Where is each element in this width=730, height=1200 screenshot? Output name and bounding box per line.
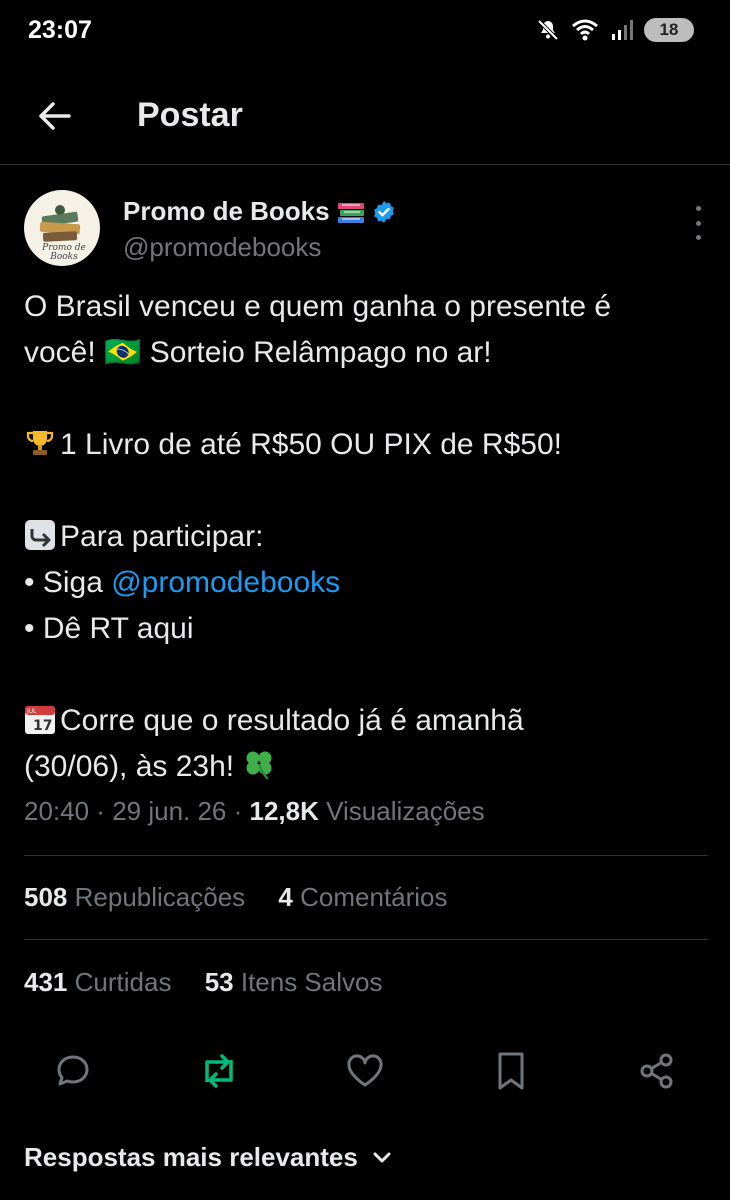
clover-emoji-icon xyxy=(246,751,272,780)
more-button[interactable] xyxy=(688,206,708,240)
top-bar: Postar xyxy=(0,72,730,165)
battery-level: 18 xyxy=(659,20,679,39)
tweet-date: 29 jun. 26 xyxy=(112,796,227,826)
tweet-time: 20:40 xyxy=(24,796,90,826)
step-line: • Dê RT aqui xyxy=(24,612,194,645)
chevron-down-icon xyxy=(373,1152,391,1162)
stats-row-1: 508 Republicações 4 Comentários xyxy=(24,882,474,913)
verified-badge-icon xyxy=(373,200,394,223)
replies-sort-label: Respostas mais relevantes xyxy=(24,1142,358,1172)
likes-stat[interactable]: 431 Curtidas xyxy=(24,967,171,997)
result-line: JUL 17 Corre que o resultado já é amanhã xyxy=(24,698,714,744)
wifi-icon xyxy=(572,19,598,41)
bookmark-button[interactable] xyxy=(486,1046,536,1096)
tweet-line: O Brasil venceu e quem ganha o presente … xyxy=(24,290,612,323)
reply-button[interactable] xyxy=(48,1046,98,1096)
author-name-row[interactable]: Promo de Books xyxy=(123,196,396,227)
status-time: 23:07 xyxy=(28,16,92,44)
calendar-month: JUL xyxy=(26,708,37,715)
divider xyxy=(24,855,708,856)
battery-icon: 18 xyxy=(644,18,694,42)
calendar-emoji-icon: JUL 17 xyxy=(25,706,55,734)
more-icon xyxy=(695,206,701,211)
participate-line: Para participar: xyxy=(24,514,714,560)
replies-sort-dropdown[interactable]: Respostas mais relevantes xyxy=(24,1142,392,1173)
result-text-1: Corre que o resultado já é amanhã xyxy=(60,704,524,737)
reposts-stat[interactable]: 508 Republicações xyxy=(24,882,245,912)
comments-count: 4 xyxy=(278,882,293,912)
views-count: 12,8K xyxy=(249,796,319,826)
saved-stat[interactable]: 53 Itens Salvos xyxy=(205,967,383,997)
status-bar: 23:07 18 xyxy=(0,0,730,64)
stats-row-2: 431 Curtidas 53 Itens Salvos xyxy=(24,967,408,998)
trophy-emoji-icon xyxy=(26,431,54,455)
like-button[interactable] xyxy=(340,1046,390,1096)
tweet-text: O Brasil venceu e quem ganha o presente … xyxy=(24,284,714,790)
step-line: • Siga @promodebooks xyxy=(24,560,714,606)
back-arrow-icon xyxy=(39,102,71,130)
avatar-text: Promo de Books xyxy=(42,243,86,262)
reposts-count: 508 xyxy=(24,882,68,912)
comments-stat[interactable]: 4 Comentários xyxy=(278,882,447,912)
bookmark-icon xyxy=(498,1052,524,1090)
result-line-2: (30/06), às 23h! xyxy=(24,744,714,790)
mention-link[interactable]: @promodebooks xyxy=(111,566,340,599)
mute-icon xyxy=(537,19,559,41)
result-text-2: (30/06), às 23h! xyxy=(24,750,235,783)
signal-icon xyxy=(612,20,633,40)
repost-icon xyxy=(205,1054,233,1088)
saved-label: Itens Salvos xyxy=(240,967,383,997)
reposts-label: Republicações xyxy=(74,882,246,912)
action-bar xyxy=(0,1046,730,1096)
prize-text: 1 Livro de até R$50 OU PIX de R$50! xyxy=(60,428,562,461)
comments-label: Comentários xyxy=(300,882,448,912)
author-display-name: Promo de Books xyxy=(123,196,330,226)
step1-prefix: • Siga xyxy=(24,566,112,599)
saved-count: 53 xyxy=(204,967,234,997)
tweet-meta: 20:40 · 29 jun. 26 · 12,8K Visualizações xyxy=(24,796,485,826)
status-icons: 18 xyxy=(536,18,694,42)
share-icon xyxy=(640,1053,673,1089)
likes-label: Curtidas xyxy=(74,967,172,997)
calendar-day: 17 xyxy=(33,718,52,734)
books-emoji-icon xyxy=(337,202,364,223)
arrow-emoji-icon xyxy=(25,520,55,550)
repost-button[interactable] xyxy=(194,1046,244,1096)
prize-line: 1 Livro de até R$50 OU PIX de R$50! xyxy=(24,422,714,468)
avatar[interactable]: Promo de Books xyxy=(24,190,100,266)
back-button[interactable] xyxy=(34,96,74,136)
like-icon xyxy=(347,1054,383,1087)
likes-count: 431 xyxy=(24,967,68,997)
divider xyxy=(24,939,708,940)
reply-icon xyxy=(57,1055,89,1086)
author-handle[interactable]: @promodebooks xyxy=(123,232,321,263)
author-header: Promo de Books Promo de Books @promodebo… xyxy=(24,190,714,270)
page-title: Postar xyxy=(137,96,243,134)
views-label: Visualizações xyxy=(326,796,485,826)
participate-text: Para participar: xyxy=(60,520,264,553)
tweet-line: você! 🇧🇷 Sorteio Relâmpago no ar! xyxy=(24,336,492,369)
share-button[interactable] xyxy=(632,1046,682,1096)
